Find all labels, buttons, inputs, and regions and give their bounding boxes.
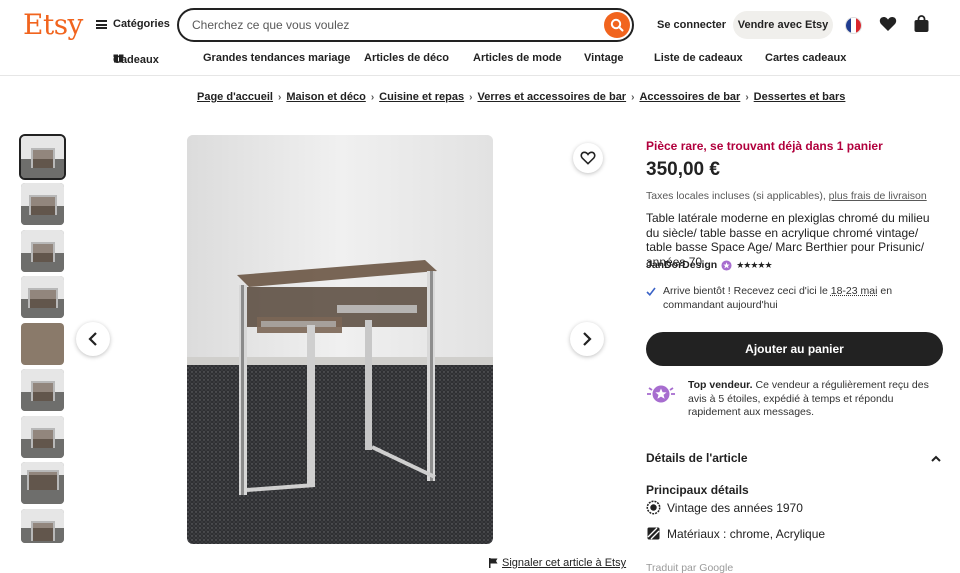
delivery-text: Arrive bientôt ! Recevez ceci d'ici le 1…: [663, 285, 944, 312]
breadcrumb-item[interactable]: Accessoires de bar: [639, 91, 740, 103]
product-main-image[interactable]: [187, 135, 493, 544]
item-details-label: Détails de l'article: [646, 451, 748, 465]
heart-outline-icon: [580, 151, 596, 165]
top-seller-info: Top vendeur. Ce vendeur a régulièrement …: [646, 379, 944, 420]
thumbnail[interactable]: [21, 136, 64, 178]
thumbnail[interactable]: [21, 323, 64, 365]
thumbnail[interactable]: [21, 509, 64, 543]
thumbnail[interactable]: [21, 230, 64, 272]
thumbnail[interactable]: [21, 369, 64, 411]
subnav-item-gift-cards[interactable]: Cartes cadeaux: [765, 52, 846, 64]
subnav-item-decor[interactable]: Articles de déco: [364, 52, 449, 64]
flag-icon: [489, 558, 498, 568]
categories-button[interactable]: Catégories: [96, 18, 170, 30]
categories-label: Catégories: [113, 18, 170, 30]
materials-icon: [646, 526, 661, 541]
chevron-right-icon: ›: [745, 92, 748, 103]
chevron-right-icon: ›: [631, 92, 634, 103]
add-to-cart-button[interactable]: Ajouter au panier: [646, 332, 943, 366]
signin-link[interactable]: Se connecter: [657, 19, 726, 31]
search-button[interactable]: [604, 12, 630, 38]
breadcrumb: Page d'accueil › Maison et déco › Cuisine …: [197, 91, 845, 103]
detail-vintage: Vintage des années 1970: [646, 500, 803, 515]
taxes-label: Taxes locales incluses (si applicables),: [646, 190, 829, 202]
checkmark-icon: [646, 287, 656, 296]
chevron-right-icon: ›: [278, 92, 281, 103]
thumbnail[interactable]: [21, 416, 64, 458]
header: Etsy Catégories Se connecter Vendre avec…: [0, 0, 960, 76]
rating-stars: ★★★★★: [736, 260, 771, 271]
top-seller-text: Top vendeur. Ce vendeur a régulièrement …: [688, 379, 944, 420]
delivery-text-before: Arrive bientôt ! Recevez ceci d'ici le: [663, 285, 831, 297]
chevron-right-icon: ›: [371, 92, 374, 103]
favorite-button[interactable]: [573, 143, 603, 173]
subnav-item-wedding[interactable]: Grandes tendances mariage: [203, 52, 350, 64]
thumbnail[interactable]: [21, 276, 64, 318]
breadcrumb-item[interactable]: Maison et déco: [286, 91, 365, 103]
breadcrumb-item[interactable]: Cuisine et repas: [379, 91, 464, 103]
previous-image-button[interactable]: [76, 322, 110, 356]
chevron-right-icon: ›: [469, 92, 472, 103]
rare-item-notice: Pièce rare, se trouvant déjà dans 1 pani…: [646, 139, 883, 153]
translated-by-label: Traduit par Google: [646, 562, 733, 573]
breadcrumb-item[interactable]: Page d'accueil: [197, 91, 273, 103]
sell-button[interactable]: Vendre avec Etsy: [733, 11, 833, 39]
subnav-item-fashion[interactable]: Articles de mode: [473, 52, 562, 64]
search-icon: [610, 18, 624, 32]
item-details-toggle[interactable]: Détails de l'article: [646, 451, 941, 465]
sub-navigation: Cadeaux Grandes tendances mariage Articl…: [0, 50, 960, 68]
shop-name[interactable]: JanDorDesign: [646, 259, 717, 271]
etsy-logo[interactable]: Etsy: [23, 8, 83, 41]
detail-vintage-text: Vintage des années 1970: [667, 501, 803, 515]
top-seller-badge-icon: [646, 383, 676, 405]
thumbnail[interactable]: [21, 462, 64, 504]
detail-materials: Matériaux : chrome, Acrylique: [646, 526, 825, 541]
thumbnail[interactable]: [21, 183, 64, 225]
report-label: Signaler cet article à Etsy: [502, 557, 626, 569]
taxes-text: Taxes locales incluses (si applicables),…: [646, 190, 927, 202]
chevron-up-icon: [931, 455, 941, 462]
breadcrumb-item[interactable]: Dessertes et bars: [754, 91, 846, 103]
top-seller-title: Top vendeur.: [688, 379, 753, 391]
menu-icon: [96, 20, 107, 29]
star-seller-badge-icon: [721, 260, 732, 271]
subnav-item-vintage[interactable]: Vintage: [584, 52, 624, 64]
product-photo: [187, 135, 493, 544]
shop-info: JanDorDesign ★★★★★: [646, 259, 772, 271]
detail-materials-text: Matériaux : chrome, Acrylique: [667, 527, 825, 541]
next-image-button[interactable]: [570, 322, 604, 356]
vintage-badge-icon: [646, 500, 661, 515]
chevron-left-icon: [88, 332, 98, 346]
main-details-heading: Principaux détails: [646, 483, 749, 497]
search-bar: [177, 8, 634, 42]
subnav-label: Cadeaux: [113, 54, 159, 66]
search-input[interactable]: [192, 16, 592, 34]
price: 350,00 €: [646, 159, 720, 181]
cart-bag-icon[interactable]: [913, 15, 930, 33]
favorites-heart-icon[interactable]: [879, 16, 897, 32]
breadcrumb-item[interactable]: Verres et accessoires de bar: [477, 91, 626, 103]
subnav-item-gifts[interactable]: Cadeaux: [113, 52, 124, 63]
report-link[interactable]: Signaler cet article à Etsy: [489, 557, 626, 569]
delivery-dates[interactable]: 18-23 mai: [831, 285, 878, 297]
france-flag-icon[interactable]: [845, 17, 862, 34]
shipping-link[interactable]: plus frais de livraison: [829, 190, 927, 202]
subnav-item-registry[interactable]: Liste de cadeaux: [654, 52, 743, 64]
delivery-estimate: Arrive bientôt ! Recevez ceci d'ici le 1…: [646, 285, 944, 312]
chevron-right-icon: [582, 332, 592, 346]
